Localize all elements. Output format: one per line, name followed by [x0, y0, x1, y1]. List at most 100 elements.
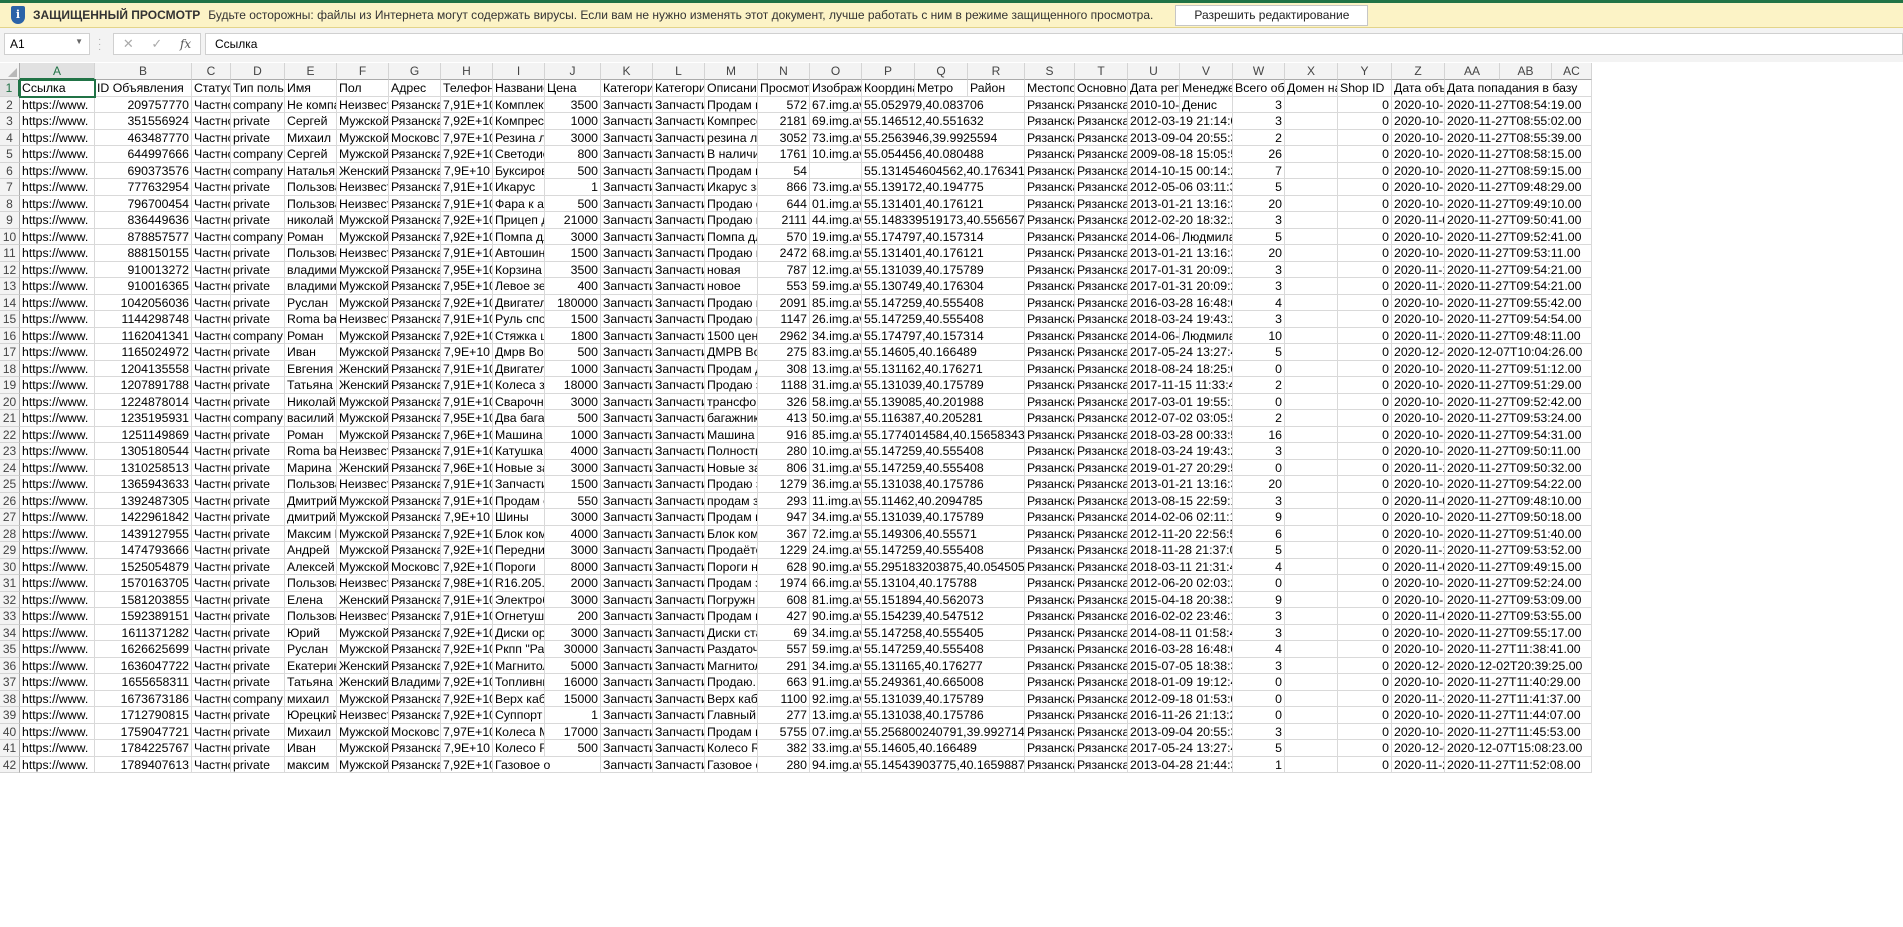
cell[interactable]: 1	[545, 179, 601, 196]
cell[interactable]: Марина	[285, 459, 337, 476]
cell[interactable]: 0	[1338, 674, 1392, 691]
cell[interactable]: 90.img.avi	[810, 558, 862, 575]
cell[interactable]: Рязанская	[1075, 179, 1128, 196]
cell[interactable]: Запчасти и	[653, 393, 705, 410]
cell[interactable]: 20	[1233, 245, 1285, 262]
cell[interactable]: Сергей	[285, 113, 337, 130]
cell[interactable]: 1207891788	[95, 377, 192, 394]
cell[interactable]: Частно	[192, 426, 231, 443]
cell[interactable]: николай	[285, 212, 337, 229]
cell[interactable]: Владимирская	[389, 674, 441, 691]
cell[interactable]: company	[231, 146, 285, 163]
row-header[interactable]: 28	[0, 525, 20, 542]
cell[interactable]: Рязанская	[1075, 228, 1128, 245]
cell[interactable]	[1285, 492, 1338, 509]
column-header[interactable]: P	[862, 63, 915, 80]
cell[interactable]: Рязанская	[1075, 129, 1128, 146]
cell[interactable]: Запчасти и	[601, 228, 653, 245]
cell[interactable]: 7,9E+10	[441, 740, 493, 757]
column-title-cell[interactable]: Категория	[653, 80, 705, 97]
cell[interactable]: 2091	[758, 294, 810, 311]
cell[interactable]: Рязанская	[389, 327, 441, 344]
cell[interactable]: Рязанская	[1075, 591, 1128, 608]
cell[interactable]: 1165024972	[95, 344, 192, 361]
cell[interactable]: 7,91E+10	[441, 245, 493, 262]
row-header[interactable]: 1	[0, 80, 20, 97]
cell[interactable]: 0	[1338, 641, 1392, 658]
cell[interactable]: 2018-03-24 19:43:28	[1128, 443, 1233, 460]
cell[interactable]: 0	[1338, 410, 1392, 427]
column-title-cell[interactable]: Описание	[705, 80, 758, 97]
row-header[interactable]: 33	[0, 608, 20, 625]
cell[interactable]: Частно	[192, 410, 231, 427]
cell[interactable]: 0	[1338, 558, 1392, 575]
cell[interactable]: 2010-10-1	[1128, 96, 1180, 113]
cell[interactable]	[1285, 261, 1338, 278]
cell[interactable]: 13.img.avi	[810, 707, 862, 724]
cell[interactable]: 2016-03-28 16:48:07	[1128, 294, 1233, 311]
cell[interactable]: 55.131401,40.176121	[862, 195, 1025, 212]
cell[interactable]: 1592389151	[95, 608, 192, 625]
cell[interactable]: Верх каби	[493, 690, 545, 707]
cell[interactable]: Помпа дл	[493, 228, 545, 245]
cell[interactable]: 0	[1338, 542, 1392, 559]
cell[interactable]: 7,91E+10	[441, 360, 493, 377]
cell[interactable]: 1626625699	[95, 641, 192, 658]
cell[interactable]	[1285, 740, 1338, 757]
cell[interactable]: private	[231, 245, 285, 262]
cell[interactable]: Огнетуши	[493, 608, 545, 625]
cell[interactable]: private	[231, 195, 285, 212]
cell[interactable]: 2020-12-02T20:39:25.00	[1445, 657, 1592, 674]
cell[interactable]: 2020-11-2	[1392, 756, 1445, 773]
cell[interactable]: 0	[1338, 261, 1392, 278]
cell[interactable]: 0	[1233, 360, 1285, 377]
cell[interactable]: Частно	[192, 575, 231, 592]
cell[interactable]: Запчасти и	[601, 674, 653, 691]
cell[interactable]: Запчасти и	[601, 393, 653, 410]
cell[interactable]: 7,92E+10	[441, 327, 493, 344]
cell[interactable]: михаил	[285, 690, 337, 707]
row-header[interactable]: 18	[0, 360, 20, 377]
cell[interactable]: Передний	[493, 542, 545, 559]
column-header[interactable]: AC	[1552, 63, 1592, 80]
cell[interactable]: 608	[758, 591, 810, 608]
cell[interactable]: Газовое о	[705, 756, 758, 773]
cell[interactable]: Рязанская	[1075, 426, 1128, 443]
cell[interactable]: Рязанская	[1025, 393, 1075, 410]
cell[interactable]: 2020-11-0	[1392, 558, 1445, 575]
cell[interactable]: 83.img.avi	[810, 344, 862, 361]
cell[interactable]: 2020-10-1	[1392, 146, 1445, 163]
cell[interactable]: 0	[1338, 707, 1392, 724]
cell[interactable]: 55.148339519173,40.5565675709	[862, 212, 1025, 229]
cell[interactable]: 7,92E+10	[441, 228, 493, 245]
cell[interactable]	[1285, 393, 1338, 410]
cell[interactable]: private	[231, 278, 285, 295]
cell[interactable]: Запчасти и	[601, 443, 653, 460]
row-header[interactable]: 32	[0, 591, 20, 608]
cell[interactable]: private	[231, 608, 285, 625]
cell[interactable]: Суппорт г	[493, 707, 545, 724]
cell[interactable]: Рязанская	[1075, 707, 1128, 724]
cell[interactable]: Рязанская	[1075, 327, 1128, 344]
cell[interactable]	[1285, 723, 1338, 740]
cell[interactable]: Женский	[337, 459, 389, 476]
cell[interactable]: 3	[1233, 443, 1285, 460]
cell[interactable]: https://www.	[20, 179, 95, 196]
cell[interactable]: R16.205.5	[493, 575, 545, 592]
cell[interactable]: private	[231, 723, 285, 740]
cell[interactable]: 0	[1338, 476, 1392, 493]
row-header[interactable]: 7	[0, 179, 20, 196]
cell[interactable]: https://www.	[20, 311, 95, 328]
cell[interactable]: 0	[1338, 393, 1392, 410]
cell[interactable]: Продаётс	[705, 542, 758, 559]
cell[interactable]: 1500 цена	[705, 327, 758, 344]
cell[interactable]	[1285, 542, 1338, 559]
cell[interactable]: 1474793666	[95, 542, 192, 559]
cell[interactable]: private	[231, 575, 285, 592]
cell[interactable]: Неизвестно	[337, 476, 389, 493]
cell[interactable]: 308	[758, 360, 810, 377]
cell[interactable]: 55.139172,40.194775	[862, 179, 1025, 196]
insert-function-icon[interactable]: fx	[180, 37, 191, 51]
spreadsheet-grid[interactable]: A B C D E F G H I J K L M N O P Q R S T U V W X Y Z AA AB AC 1 Ссылка I…	[0, 63, 1903, 927]
row-header[interactable]: 5	[0, 146, 20, 163]
